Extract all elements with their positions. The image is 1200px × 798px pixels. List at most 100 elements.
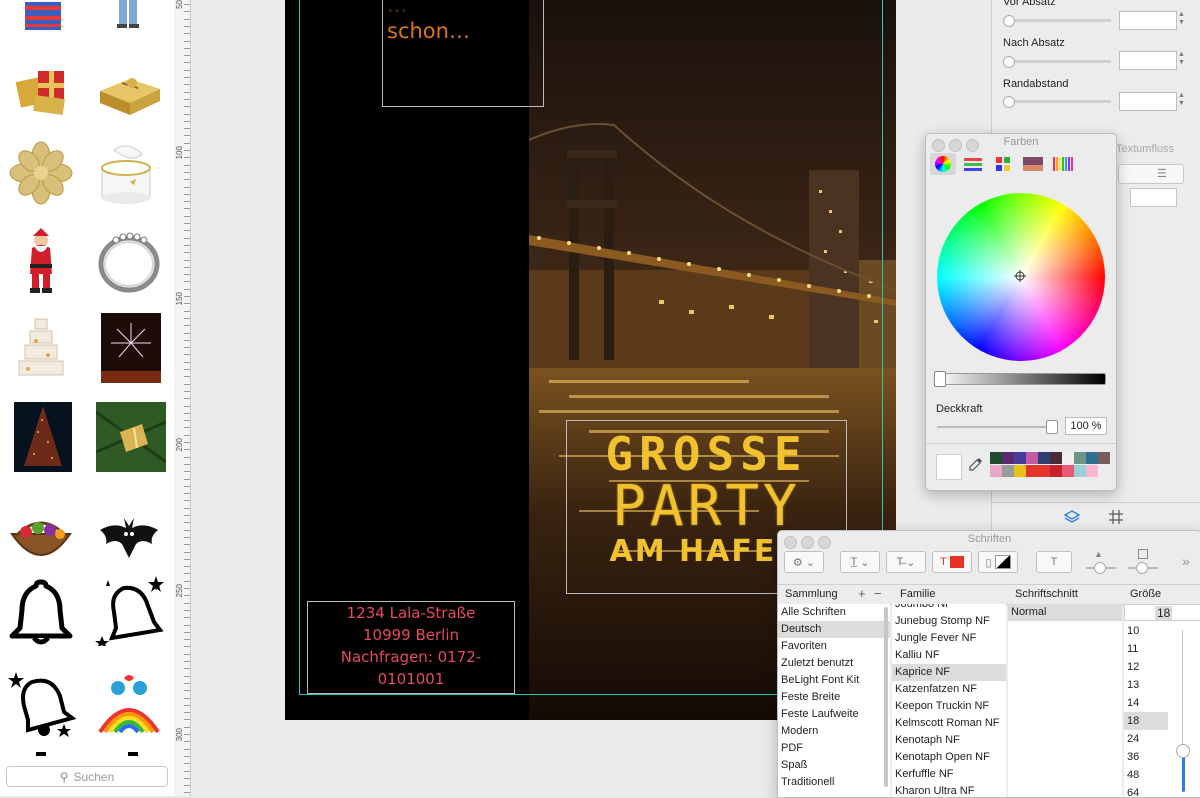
color-swatch[interactable] (1026, 465, 1038, 477)
color-swatch[interactable] (1014, 465, 1026, 477)
text-color-button[interactable]: T (932, 551, 972, 573)
wrap-distance-field[interactable] (1130, 188, 1177, 207)
list-item[interactable]: BeLight Font Kit (778, 672, 890, 689)
clipart-fireworks[interactable] (96, 313, 166, 383)
color-swatch[interactable] (1038, 452, 1050, 464)
image-palettes-tab[interactable] (1020, 153, 1046, 175)
nach-absatz-slider[interactable] (1003, 56, 1111, 68)
vor-absatz-stepper[interactable]: ▲ ▼ (1178, 11, 1186, 28)
crayons-tab[interactable] (1050, 153, 1076, 175)
typeface-list[interactable]: Normal (1008, 604, 1122, 797)
color-swatch[interactable] (1074, 452, 1086, 464)
list-item[interactable]: Kalliu NF (892, 647, 1006, 664)
color-swatch[interactable] (1002, 465, 1014, 477)
clipart-ring[interactable] (94, 226, 164, 296)
vor-absatz-slider[interactable] (1003, 15, 1111, 27)
remove-collection-icon[interactable]: − (874, 586, 882, 601)
list-item[interactable]: Modern (778, 723, 890, 740)
shadow-opacity-slider[interactable]: ▲ (1086, 549, 1116, 574)
color-swatch[interactable] (1050, 465, 1062, 477)
color-swatch[interactable] (990, 465, 1002, 477)
eyedropper-icon[interactable] (969, 457, 983, 474)
list-item[interactable]: Kerfuffle NF (892, 766, 1006, 783)
list-item[interactable]: Keepon Truckin NF (892, 698, 1006, 715)
color-swatch[interactable] (1026, 452, 1038, 464)
current-color-swatch[interactable] (936, 454, 962, 480)
brightness-slider[interactable] (936, 373, 1106, 385)
color-swatch[interactable] (1086, 452, 1098, 464)
nach-absatz-field[interactable] (1119, 51, 1177, 70)
list-item[interactable]: 48 (1124, 766, 1168, 784)
list-item[interactable]: 36 (1124, 748, 1168, 766)
color-swatch[interactable] (990, 452, 1002, 464)
size-input[interactable]: 18 (1124, 604, 1200, 621)
shadow-blur-slider[interactable] (1128, 549, 1158, 574)
text-shadow-button[interactable]: T (1036, 551, 1072, 573)
underline-menu-button[interactable]: T̲ ⌄ (840, 551, 880, 573)
clipart-bell-outline[interactable] (6, 576, 76, 646)
color-palettes-tab[interactable] (990, 153, 1016, 175)
clipart-search-field[interactable]: ⚲ Suchen (6, 766, 168, 787)
document-color-button[interactable]: ▯ (978, 551, 1018, 573)
more-chevron-icon[interactable]: » (1182, 553, 1190, 569)
list-item[interactable]: Kaprice NF (892, 664, 1006, 681)
color-swatch[interactable] (1062, 465, 1074, 477)
list-item[interactable]: Feste Breite (778, 689, 890, 706)
list-item[interactable]: Spaß (778, 757, 890, 774)
list-item[interactable]: Deutsch (778, 621, 890, 638)
add-collection-icon[interactable]: + (858, 586, 866, 601)
address-text-box[interactable]: 1234 Lala-Straße 10999 Berlin Nachfragen… (307, 601, 515, 694)
clipart-red-gift[interactable] (8, 53, 78, 123)
list-item[interactable]: Traditionell (778, 774, 890, 791)
clipart-wedding-cake[interactable] (6, 313, 76, 383)
list-item[interactable]: Kenotaph NF (892, 732, 1006, 749)
color-swatch[interactable] (1074, 465, 1086, 477)
opacity-field[interactable]: 100 % (1065, 417, 1107, 435)
opacity-slider-knob[interactable] (1046, 420, 1058, 434)
clipart-shirt[interactable] (8, 0, 78, 30)
collection-list[interactable]: Alle Schriften Deutsch Favoriten Zuletzt be… (778, 604, 890, 797)
teaser-text-box[interactable]: ... schon… (382, 0, 544, 107)
color-swatch[interactable] (1098, 452, 1110, 464)
list-item[interactable]: Joumbo NF (892, 604, 1006, 613)
clipart-christmas-tree[interactable] (8, 402, 78, 472)
clipart-gold-gift[interactable] (94, 53, 164, 123)
clipart-bell-stars[interactable] (6, 668, 76, 738)
list-item[interactable]: Alle Schriften (778, 604, 890, 621)
opacity-slider[interactable] (937, 426, 1055, 428)
color-swatch[interactable] (1014, 452, 1026, 464)
list-item[interactable]: 13 (1124, 676, 1168, 694)
clipart-bat[interactable] (94, 500, 164, 570)
wrap-mode-buttons[interactable]: ☰ (1118, 164, 1184, 184)
list-item[interactable]: 64 (1124, 784, 1168, 797)
list-item[interactable]: Feste Laufweite (778, 706, 890, 723)
list-item[interactable]: Zuletzt benutzt (778, 655, 890, 672)
clipart-gold-bow[interactable] (6, 138, 76, 208)
collection-scrollbar[interactable] (884, 607, 888, 787)
color-swatch[interactable] (1050, 452, 1062, 464)
strikethrough-menu-button[interactable]: T̶ ⌄ (886, 551, 926, 573)
swatch-grid[interactable] (990, 452, 1110, 478)
clipart-fruit-basket[interactable] (6, 500, 76, 570)
vertical-ruler[interactable]: 50 100 150 200 250 300 (174, 0, 191, 796)
list-item[interactable]: Kharon Ultra NF (892, 783, 1006, 797)
list-item[interactable]: Junebug Stomp NF (892, 613, 1006, 630)
randabstand-field[interactable] (1119, 92, 1177, 111)
size-list[interactable]: 18 10 11 12 13 14 18 24 36 48 64 (1124, 604, 1200, 797)
color-swatch[interactable] (1086, 465, 1098, 477)
list-item[interactable]: 14 (1124, 694, 1168, 712)
list-item[interactable]: 10 (1124, 622, 1168, 640)
list-item[interactable]: Katzenfatzen NF (892, 681, 1006, 698)
color-wheel-tab[interactable] (930, 153, 956, 175)
color-swatch[interactable] (1002, 452, 1014, 464)
list-item[interactable]: Normal (1008, 604, 1122, 621)
layers-icon[interactable] (1063, 509, 1081, 529)
randabstand-stepper[interactable]: ▲ ▼ (1178, 92, 1186, 109)
action-menu-button[interactable]: ⚙ ⌄ (784, 551, 824, 573)
clipart-gift-in-tree[interactable] (96, 402, 166, 472)
color-swatch[interactable] (1062, 452, 1074, 464)
list-item[interactable]: Favoriten (778, 638, 890, 655)
color-crosshair[interactable] (1014, 270, 1026, 282)
size-slider-knob[interactable] (1176, 744, 1190, 758)
grid-icon[interactable] (1108, 509, 1124, 529)
